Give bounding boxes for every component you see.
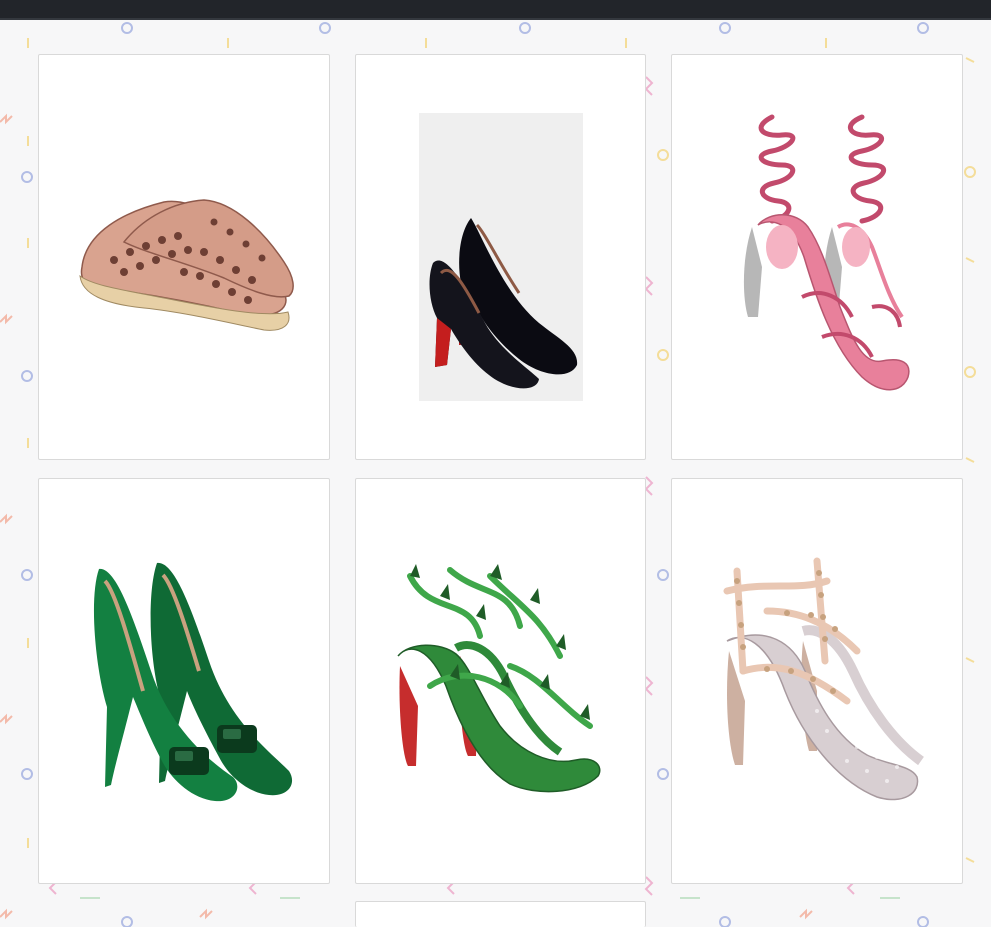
perforated-espadrille-icon bbox=[79, 199, 294, 331]
suede-bow-pump-icon bbox=[93, 562, 293, 802]
top-navigation-bar bbox=[0, 0, 991, 20]
studded-slingback-pump-icon bbox=[723, 557, 924, 801]
product-card[interactable] bbox=[355, 478, 646, 884]
product-card-partial[interactable] bbox=[355, 901, 646, 927]
product-card[interactable] bbox=[38, 54, 330, 460]
product-card[interactable] bbox=[355, 54, 646, 460]
spiked-strappy-sandal-icon bbox=[396, 564, 600, 793]
product-card[interactable] bbox=[671, 54, 963, 460]
patent-pump-icon bbox=[418, 113, 583, 401]
coil-sandal-icon bbox=[743, 114, 910, 391]
product-card[interactable] bbox=[671, 478, 963, 884]
product-card[interactable] bbox=[38, 478, 330, 884]
